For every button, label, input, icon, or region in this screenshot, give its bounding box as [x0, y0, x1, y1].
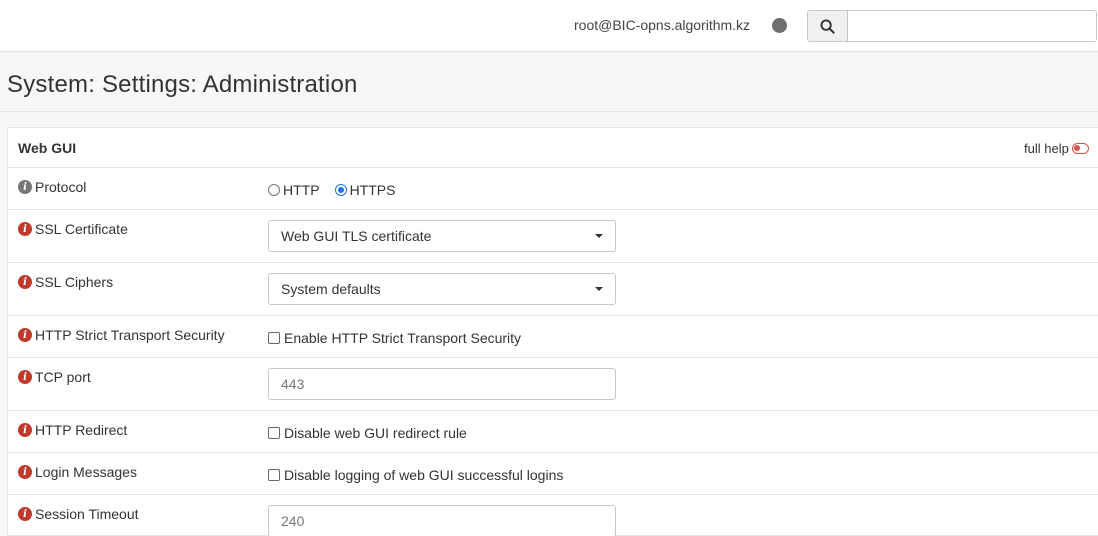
panel-header: Web GUI full help [8, 128, 1098, 168]
search-button[interactable] [807, 10, 848, 42]
info-icon[interactable]: i [18, 465, 32, 479]
protocol-label-text: Protocol [35, 179, 87, 195]
http-redirect-checkbox-group: Disable web GUI redirect rule [268, 425, 467, 441]
http-redirect-checkbox-label[interactable]: Disable web GUI redirect rule [284, 425, 467, 441]
caret-down-icon [595, 234, 603, 238]
tcp-port-input[interactable] [268, 368, 616, 400]
page-header: System: Settings: Administration [0, 52, 1098, 112]
ssl-certificate-label-text: SSL Certificate [35, 221, 128, 237]
full-help-label: full help [1024, 141, 1069, 156]
full-help-toggle[interactable]: full help [1024, 141, 1089, 156]
hsts-checkbox-label[interactable]: Enable HTTP Strict Transport Security [284, 330, 521, 346]
http-redirect-label-text: HTTP Redirect [35, 422, 128, 438]
protocol-label: i Protocol [18, 179, 86, 195]
ssl-ciphers-label-text: SSL Ciphers [35, 274, 114, 290]
ssl-ciphers-label: i SSL Ciphers [18, 274, 113, 290]
row-ssl-certificate: i SSL Certificate Web GUI TLS certificat… [8, 210, 1098, 263]
toggle-off-icon[interactable] [1071, 143, 1089, 154]
ssl-certificate-select[interactable]: Web GUI TLS certificate [268, 220, 616, 252]
login-messages-checkbox[interactable] [268, 469, 280, 481]
hsts-label: i HTTP Strict Transport Security [18, 327, 225, 343]
radio-http-label[interactable]: HTTP [283, 182, 320, 198]
http-redirect-checkbox[interactable] [268, 427, 280, 439]
radio-http[interactable] [268, 184, 280, 196]
search-input[interactable] [847, 10, 1097, 42]
info-icon[interactable]: i [18, 507, 32, 521]
info-icon[interactable]: i [18, 222, 32, 236]
row-session-timeout: i Session Timeout [8, 495, 1098, 536]
info-icon[interactable]: i [18, 275, 32, 289]
top-navbar: root@BIC-opns.algorithm.kz [0, 0, 1098, 52]
hsts-checkbox[interactable] [268, 332, 280, 344]
row-hsts: i HTTP Strict Transport Security Enable … [8, 316, 1098, 358]
tcp-port-label-text: TCP port [35, 369, 91, 385]
info-icon[interactable]: i [18, 423, 32, 437]
search-icon [820, 18, 835, 34]
user-name[interactable]: root@BIC-opns.algorithm.kz [574, 17, 750, 33]
hsts-label-text: HTTP Strict Transport Security [35, 327, 225, 343]
ssl-certificate-label: i SSL Certificate [18, 221, 128, 237]
panel-title: Web GUI [18, 140, 77, 156]
session-timeout-input[interactable] [268, 505, 616, 536]
tcp-port-label: i TCP port [18, 369, 91, 385]
login-messages-label-text: Login Messages [35, 464, 137, 480]
page-title: System: Settings: Administration [7, 71, 358, 98]
info-icon[interactable]: i [18, 180, 32, 194]
caret-down-icon [595, 287, 603, 291]
http-redirect-label: i HTTP Redirect [18, 422, 127, 438]
info-icon[interactable]: i [18, 328, 32, 342]
hsts-checkbox-group: Enable HTTP Strict Transport Security [268, 330, 521, 346]
session-timeout-label-text: Session Timeout [35, 506, 139, 522]
login-messages-label: i Login Messages [18, 464, 137, 480]
status-indicator-icon[interactable] [772, 18, 787, 33]
login-messages-checkbox-label[interactable]: Disable logging of web GUI successful lo… [284, 467, 563, 483]
ssl-certificate-value: Web GUI TLS certificate [281, 228, 432, 244]
protocol-radio-group: HTTP HTTPS [268, 182, 410, 198]
radio-https[interactable] [334, 184, 347, 196]
row-protocol: i Protocol HTTP HTTPS [8, 168, 1098, 210]
login-messages-checkbox-group: Disable logging of web GUI successful lo… [268, 467, 563, 483]
session-timeout-label: i Session Timeout [18, 506, 139, 522]
info-icon[interactable]: i [18, 370, 32, 384]
ssl-ciphers-select[interactable]: System defaults [268, 273, 616, 305]
web-gui-panel: Web GUI full help i Protocol HTTP HTTPS … [7, 127, 1098, 536]
radio-https-label[interactable]: HTTPS [350, 182, 396, 198]
ssl-ciphers-value: System defaults [281, 281, 381, 297]
row-tcp-port: i TCP port [8, 358, 1098, 411]
row-login-messages: i Login Messages Disable logging of web … [8, 453, 1098, 495]
row-ssl-ciphers: i SSL Ciphers System defaults [8, 263, 1098, 316]
row-http-redirect: i HTTP Redirect Disable web GUI redirect… [8, 411, 1098, 453]
